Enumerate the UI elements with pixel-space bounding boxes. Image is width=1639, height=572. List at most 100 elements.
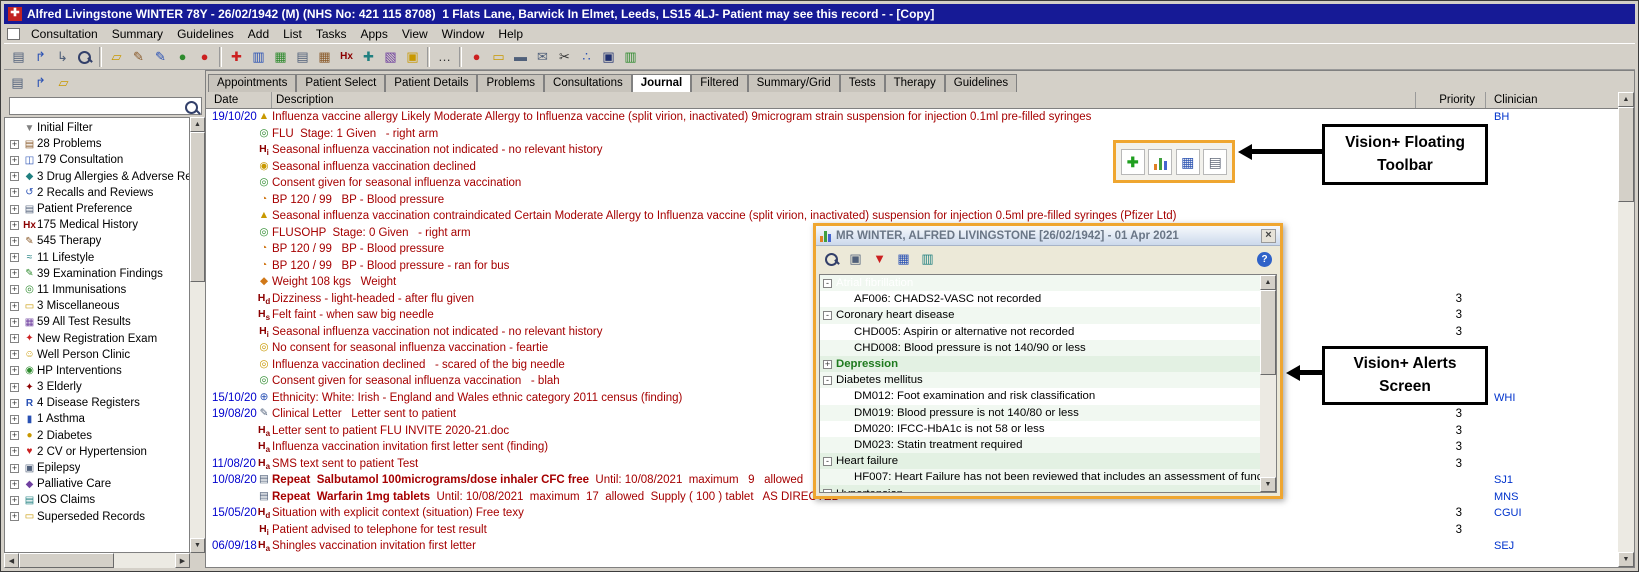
separator[interactable] bbox=[99, 47, 102, 67]
eraser-icon[interactable]: ▱ bbox=[106, 46, 127, 67]
therapy-icon[interactable]: ✚ bbox=[358, 46, 379, 67]
more-icon[interactable]: … bbox=[434, 46, 455, 67]
tab-consultations[interactable]: Consultations bbox=[544, 74, 632, 92]
tab-therapy[interactable]: Therapy bbox=[885, 74, 945, 92]
scroll-thumb[interactable] bbox=[1618, 107, 1634, 202]
alert-row[interactable]: + Depression bbox=[820, 356, 1260, 372]
search-input[interactable] bbox=[10, 99, 182, 113]
speech-note-icon[interactable]: ▣ bbox=[402, 46, 423, 67]
scroll-up-icon[interactable]: ▲ bbox=[1618, 92, 1634, 107]
print-icon[interactable]: ▣ bbox=[846, 249, 865, 268]
tab-problems[interactable]: Problems bbox=[477, 74, 544, 92]
alert-row[interactable]: DM020: IFCC-HbA1c is not 58 or less bbox=[820, 421, 1260, 437]
patient-details-icon[interactable]: ↳ bbox=[52, 46, 73, 67]
close-icon[interactable]: × bbox=[1261, 229, 1276, 243]
sidebar-item-hp-interventions[interactable]: + ◉ HP Interventions bbox=[5, 363, 189, 379]
alert-row[interactable]: DM023: Statin treatment required bbox=[820, 437, 1260, 453]
expand-icon[interactable]: + bbox=[10, 302, 19, 311]
sidebar-item-palliative-care[interactable]: + ◆ Palliative Care bbox=[5, 476, 189, 492]
sidebar-item-new-registration-exam[interactable]: + ✦ New Registration Exam bbox=[5, 330, 189, 346]
consultation-manager-icon[interactable]: ▤ bbox=[8, 46, 29, 67]
expand-icon[interactable]: + bbox=[10, 415, 19, 424]
sidebar-horizontal-scrollbar[interactable]: ◀ ▶ bbox=[4, 553, 190, 568]
record-audio-icon[interactable]: ● bbox=[466, 46, 487, 67]
alert-row[interactable]: DM019: Blood pressure is not 140/80 or l… bbox=[820, 405, 1260, 421]
sidebar-item-consultation[interactable]: + ◫ 179 Consultation bbox=[5, 152, 189, 168]
sidebar-item-all-test-results[interactable]: + ▦ 59 All Test Results bbox=[5, 314, 189, 330]
alert-row[interactable]: - Hypertension bbox=[820, 485, 1260, 492]
record-icon[interactable]: ● bbox=[172, 46, 193, 67]
scroll-up-icon[interactable]: ▲ bbox=[1260, 275, 1276, 290]
scroll-thumb[interactable] bbox=[19, 553, 114, 568]
sidebar-item-problems[interactable]: + ▤ 28 Problems bbox=[5, 136, 189, 152]
help-icon[interactable]: ? bbox=[1257, 252, 1272, 267]
alert-row[interactable]: HF007: Heart Failure has not been review… bbox=[820, 469, 1260, 485]
tab-appointments[interactable]: Appointments bbox=[208, 74, 296, 92]
menu-consultation[interactable]: Consultation bbox=[24, 26, 105, 42]
guidelines-icon[interactable]: ▦ bbox=[270, 46, 291, 67]
sidebar-vertical-scrollbar[interactable]: ▲ ▼ bbox=[190, 117, 205, 553]
alert-row[interactable]: - Diabetes mellitus bbox=[820, 372, 1260, 388]
expand-icon[interactable]: + bbox=[10, 205, 19, 214]
alerts-vertical-scrollbar[interactable]: ▲ ▼ bbox=[1260, 275, 1276, 492]
expand-icon[interactable]: + bbox=[10, 431, 19, 440]
expand-icon[interactable]: + bbox=[10, 269, 19, 278]
vplus-chart-icon[interactable] bbox=[1148, 149, 1172, 175]
tests-icon[interactable]: ▧ bbox=[380, 46, 401, 67]
expand-icon[interactable]: + bbox=[10, 350, 19, 359]
journal-vertical-scrollbar[interactable]: ▲ ▼ bbox=[1618, 92, 1634, 567]
reset-filter-icon[interactable]: ▱ bbox=[53, 72, 74, 93]
sidebar-item-well-person-clinic[interactable]: + ☺ Well Person Clinic bbox=[5, 347, 189, 363]
journal-row[interactable]: 15/05/20 Hd Situation with explicit cont… bbox=[206, 505, 1618, 522]
alert-row[interactable]: - Atrial fibrillation bbox=[820, 275, 1260, 291]
tab-guidelines[interactable]: Guidelines bbox=[945, 74, 1017, 92]
appointments-icon[interactable]: ▦ bbox=[314, 46, 335, 67]
expand-icon[interactable]: + bbox=[10, 464, 19, 473]
problems-icon[interactable]: ▥ bbox=[248, 46, 269, 67]
expand-icon[interactable]: + bbox=[10, 399, 19, 408]
scroll-right-icon[interactable]: ▶ bbox=[175, 553, 190, 568]
scroll-down-icon[interactable]: ▼ bbox=[190, 538, 205, 553]
priority-column-header[interactable]: Priority bbox=[1416, 92, 1486, 108]
scroll-down-icon[interactable]: ▼ bbox=[1618, 552, 1634, 567]
expand-icon[interactable]: + bbox=[10, 447, 19, 456]
expand-icon[interactable]: + bbox=[10, 285, 19, 294]
reminder-icon[interactable]: ▭ bbox=[488, 46, 509, 67]
sidebar-item-elderly[interactable]: + ✦ 3 Elderly bbox=[5, 379, 189, 395]
sidebar-item-epilepsy[interactable]: + ▣ Epilepsy bbox=[5, 460, 189, 476]
menu-add[interactable]: Add bbox=[241, 26, 276, 42]
journal-row[interactable]: ◔ BP 120 / 99 BP - Blood pressure bbox=[206, 192, 1618, 209]
alert-row[interactable]: CHD005: Aspirin or alternative not recor… bbox=[820, 324, 1260, 340]
alert-row[interactable]: - Coronary heart disease bbox=[820, 307, 1260, 323]
filter-icon[interactable]: ▼ bbox=[870, 249, 889, 268]
panel-icon[interactable]: ▬ bbox=[510, 46, 531, 67]
journal-row[interactable]: 06/09/18 Ha Shingles vaccination invitat… bbox=[206, 538, 1618, 555]
medical-history-icon[interactable]: Hx bbox=[336, 46, 357, 67]
sidebar-item-ios-claims[interactable]: + ▤ IOS Claims bbox=[5, 492, 189, 508]
sidebar-item-superseded-records[interactable]: + ▭ Superseded Records bbox=[5, 509, 189, 525]
mail-merge-icon[interactable]: ✉ bbox=[532, 46, 553, 67]
sidebar-item-medical-history[interactable]: + Hx 175 Medical History bbox=[5, 217, 189, 233]
docman-icon[interactable]: ✂ bbox=[554, 46, 575, 67]
expand-icon[interactable]: + bbox=[10, 480, 19, 489]
expand-icon[interactable]: + bbox=[10, 334, 19, 343]
hide-panel-icon[interactable]: ▤ bbox=[7, 72, 28, 93]
expand-icon[interactable]: + bbox=[10, 512, 19, 521]
template-icon[interactable]: ▦ bbox=[894, 249, 913, 268]
sidebar-item-cv-hypertension[interactable]: + ♥ 2 CV or Hypertension bbox=[5, 444, 189, 460]
menu-tasks[interactable]: Tasks bbox=[309, 26, 354, 42]
menu-help[interactable]: Help bbox=[491, 26, 530, 42]
menu-list[interactable]: List bbox=[276, 26, 309, 42]
search-icon[interactable] bbox=[182, 98, 201, 114]
sidebar-item-disease-registers[interactable]: + R 4 Disease Registers bbox=[5, 395, 189, 411]
links-icon[interactable]: ∴ bbox=[576, 46, 597, 67]
expand-icon[interactable]: - bbox=[823, 279, 832, 288]
sidebar-item-diabetes[interactable]: + ● 2 Diabetes bbox=[5, 428, 189, 444]
journal-icon[interactable]: ▤ bbox=[292, 46, 313, 67]
alert-row[interactable]: CHD008: Blood pressure is not 140/90 or … bbox=[820, 340, 1260, 356]
tab-summary-grid[interactable]: Summary/Grid bbox=[748, 74, 840, 92]
description-column-header[interactable]: Description bbox=[272, 92, 1416, 108]
sidebar-item-miscellaneous[interactable]: + ▭ 3 Miscellaneous bbox=[5, 298, 189, 314]
expand-icon[interactable]: + bbox=[10, 366, 19, 375]
tab-filtered[interactable]: Filtered bbox=[691, 74, 747, 92]
